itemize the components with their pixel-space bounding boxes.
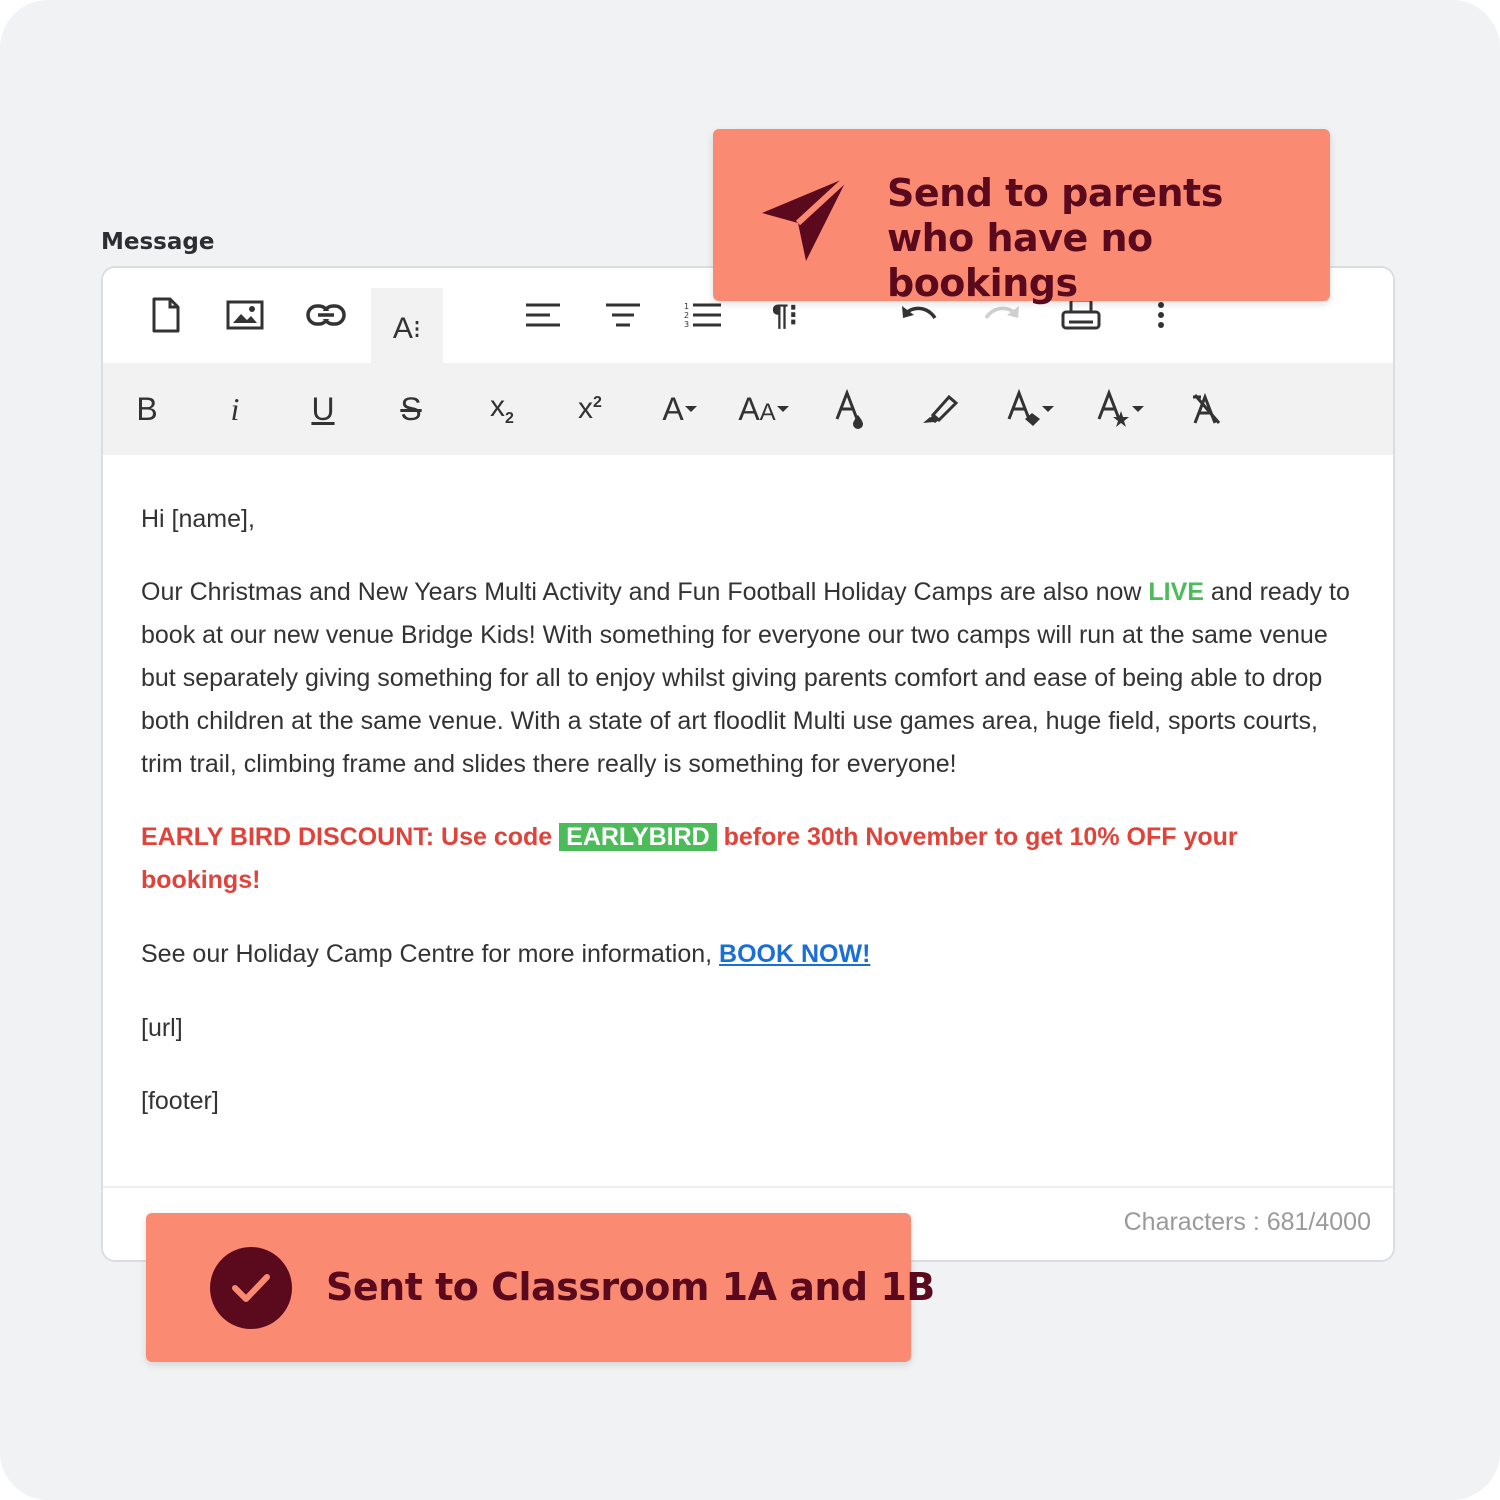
fill-color-icon <box>1007 389 1040 426</box>
chevron-down-icon <box>684 406 697 412</box>
file-icon[interactable] <box>145 288 187 342</box>
text-styles-icon[interactable]: A⁝ <box>371 288 443 363</box>
font-size-icon: AA <box>738 390 776 427</box>
text-color-icon <box>835 389 863 429</box>
link-icon[interactable] <box>303 288 349 342</box>
strikethrough-button[interactable]: S <box>389 383 433 435</box>
chevron-down-icon <box>1132 406 1144 412</box>
sent-confirmation-callout: Sent to Classroom 1A and 1B <box>146 1213 935 1362</box>
editor-footer-divider <box>103 1186 1393 1188</box>
message-field-label: Message <box>101 229 215 255</box>
chevron-down-icon <box>1042 406 1054 412</box>
check-circle-icon <box>210 1247 292 1329</box>
superscript-button[interactable]: x2 <box>565 383 615 435</box>
underline-button[interactable]: U <box>301 383 345 435</box>
highlighter-icon <box>923 394 959 423</box>
subscript-icon: x2 <box>490 390 514 427</box>
send-paper-plane-icon <box>762 174 851 261</box>
sent-confirmation-text: Sent to Classroom 1A and 1B <box>326 1265 935 1309</box>
bold-button[interactable]: B <box>125 383 169 435</box>
align-center-icon[interactable] <box>601 288 645 342</box>
clear-formatting-button[interactable] <box>1181 383 1231 435</box>
live-highlight: LIVE <box>1148 578 1204 606</box>
font-family-icon: A <box>662 390 684 427</box>
highlight-button[interactable] <box>915 383 965 435</box>
align-left-icon[interactable] <box>521 288 565 342</box>
chevron-down-icon <box>776 406 789 412</box>
book-now-link[interactable]: BOOK NOW! <box>719 940 870 968</box>
clear-format-icon <box>1193 392 1221 424</box>
editor-toolbar-format: B i U S x2 x2 A AA <box>103 363 1393 455</box>
info-paragraph: See our Holiday Camp Centre for more inf… <box>141 940 871 968</box>
font-family-dropdown[interactable]: A <box>651 383 709 435</box>
star-style-icon <box>1097 389 1129 427</box>
svg-text:1: 1 <box>684 302 689 311</box>
italic-icon: i <box>230 390 240 427</box>
footer-placeholder: [footer] <box>141 1087 219 1115</box>
svg-text:2: 2 <box>684 311 689 320</box>
superscript-icon: x2 <box>578 392 602 425</box>
send-audience-text: Send to parents who have no bookings <box>887 171 1223 305</box>
text-color-button[interactable] <box>825 383 875 435</box>
discount-code-badge: EARLYBIRD <box>559 823 717 851</box>
url-placeholder: [url] <box>141 1014 183 1042</box>
underline-icon: U <box>311 390 335 427</box>
inline-style-dropdown[interactable] <box>1087 383 1153 435</box>
svg-text:3: 3 <box>684 320 689 329</box>
background-card: Message A⁝ 123 ¶⁝ B i U S x2 x2 A AA Hi … <box>0 0 1500 1500</box>
greeting-text: Hi [name], <box>141 505 255 533</box>
discount-paragraph: EARLY BIRD DISCOUNT: Use code EARLYBIRD … <box>141 823 1238 894</box>
strikethrough-icon: S <box>400 390 422 427</box>
subscript-button[interactable]: x2 <box>477 383 527 435</box>
announcement-paragraph: Our Christmas and New Years Multi Activi… <box>141 578 1350 778</box>
send-audience-callout: Send to parents who have no bookings <box>713 129 1330 305</box>
background-color-dropdown[interactable] <box>997 383 1063 435</box>
character-counter: Characters : 681/4000 <box>1123 1208 1371 1236</box>
italic-button[interactable]: i <box>213 383 257 435</box>
image-icon[interactable] <box>223 288 267 342</box>
font-size-dropdown[interactable]: AA <box>731 383 797 435</box>
bold-icon: B <box>136 390 158 427</box>
rich-text-editor[interactable]: A⁝ 123 ¶⁝ B i U S x2 x2 A AA Hi [name], … <box>101 266 1395 1262</box>
